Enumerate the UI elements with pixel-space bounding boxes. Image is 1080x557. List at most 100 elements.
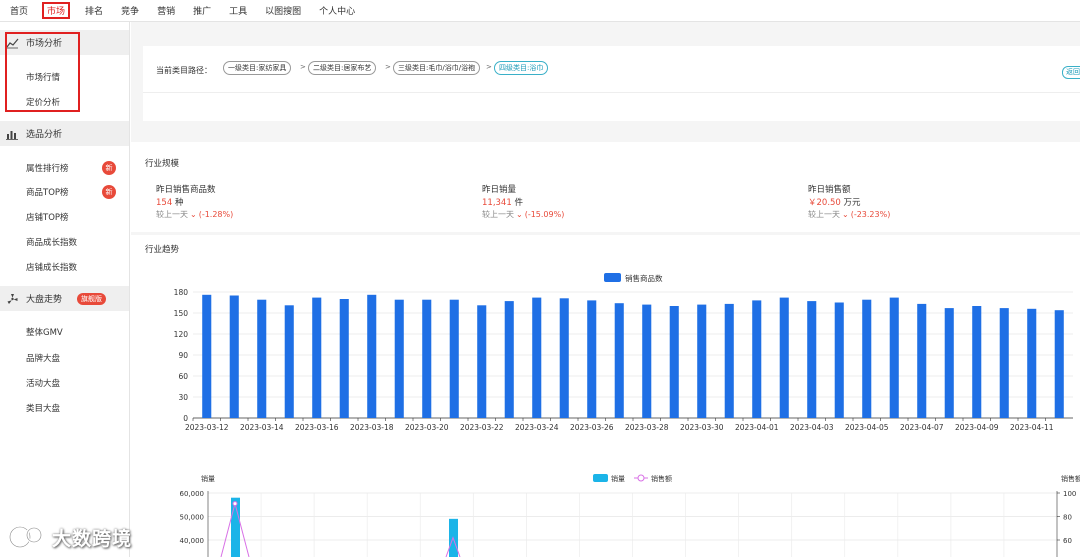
y-tick-label: 90 xyxy=(178,351,188,360)
legend-swatch xyxy=(593,474,608,482)
industry-trend-title: 行业趋势 xyxy=(145,245,180,255)
y-tick-label-right: 80 xyxy=(1063,514,1072,522)
sidebar-item-product-top[interactable]: 商品TOP榜 xyxy=(26,186,69,198)
breadcrumb-level-2[interactable]: 二级类目:居家布艺 xyxy=(308,61,377,75)
legend-swatch xyxy=(604,273,621,282)
breadcrumb-separator: > xyxy=(300,63,306,71)
metric-name: 昨日销量 xyxy=(482,185,517,195)
sidebar-item-brand-overview[interactable]: 品牌大盘 xyxy=(26,352,60,364)
y-tick-label: 120 xyxy=(174,330,189,339)
bar xyxy=(779,297,789,418)
nav-marketing[interactable]: 营销 xyxy=(157,4,175,17)
y-axis-title-left: 销量 xyxy=(201,474,215,483)
metric-name: 昨日销售商品数 xyxy=(156,185,216,195)
breadcrumb-separator: > xyxy=(486,63,492,71)
metric-compare: 较上一天 ⌄ (-15.09%) xyxy=(482,210,565,219)
product-count-bar-chart: 销售商品数 0 30 60 90 120 150 180 2023-03-12 2023-03-1… xyxy=(174,273,1073,432)
y-tick-label-left: 60,000 xyxy=(180,490,205,498)
nav-ranking[interactable]: 排名 xyxy=(85,4,103,17)
legend-label: 销售商品数 xyxy=(625,273,663,283)
brand-logo-icon xyxy=(8,525,43,549)
x-tick-label: 2023-03-28 xyxy=(625,423,669,432)
breadcrumb-level-4[interactable]: 四级类目:浴巾 xyxy=(494,61,549,75)
x-tick-label: 2023-04-03 xyxy=(790,423,834,432)
nav-user-center[interactable]: 个人中心 xyxy=(319,4,355,17)
sidebar-section-market-overview[interactable]: 大盘走势 旗舰版 xyxy=(0,286,129,311)
legend-label: 销量 xyxy=(611,474,625,483)
y-tick-label-left: 50,000 xyxy=(180,514,205,522)
bar xyxy=(284,305,294,418)
x-tick-label: 2023-03-26 xyxy=(570,423,614,432)
bar xyxy=(257,299,267,418)
x-tick-label: 2023-03-14 xyxy=(240,423,284,432)
x-tick-label: 2023-04-07 xyxy=(900,423,944,432)
bar xyxy=(697,304,707,418)
sidebar-item-store-growth[interactable]: 店铺成长指数 xyxy=(26,261,77,273)
nav-market[interactable]: 市场 xyxy=(42,2,71,19)
bar xyxy=(917,303,927,418)
bar xyxy=(367,294,377,418)
sidebar-item-activity-overview[interactable]: 活动大盘 xyxy=(26,377,60,389)
bar xyxy=(972,306,982,418)
bar xyxy=(422,299,432,418)
y-tick-label-right: 100 xyxy=(1063,490,1076,498)
metric-name: 昨日销售额 xyxy=(808,185,851,195)
bar xyxy=(999,308,1009,418)
x-tick-label: 2023-04-11 xyxy=(1010,423,1054,432)
x-tick-label: 2023-04-09 xyxy=(955,423,999,432)
x-tick-label: 2023-03-30 xyxy=(680,423,724,432)
breadcrumb-level-1[interactable]: 一级类目:家纺家具 xyxy=(223,61,292,75)
bar xyxy=(889,297,899,418)
nav-home[interactable]: 首页 xyxy=(10,4,28,17)
metric-compare: 较上一天 ⌄ (-23.23%) xyxy=(808,210,891,219)
sales-amount-point xyxy=(232,501,238,507)
x-tick-label: 2023-03-12 xyxy=(185,423,229,432)
bar xyxy=(587,300,597,418)
sales-volume-combo-chart: 销量 销售额 销量 销售额 60,000 50,000 40,000 100 80 60 xyxy=(131,463,1080,557)
nav-competition[interactable]: 竞争 xyxy=(121,4,139,17)
bar xyxy=(394,299,404,418)
breadcrumb-panel xyxy=(143,46,1080,121)
bar xyxy=(669,306,679,418)
sidebar-section-label: 选品分析 xyxy=(26,130,63,140)
bar xyxy=(312,297,322,418)
y-tick-label: 60 xyxy=(178,372,188,381)
back-button[interactable]: 返回 xyxy=(1062,66,1080,79)
bar xyxy=(834,302,844,418)
sidebar-item-product-growth[interactable]: 商品成长指数 xyxy=(26,236,77,248)
bar xyxy=(559,298,569,418)
sidebar-item-attribute-ranking[interactable]: 属性排行榜 xyxy=(26,162,69,174)
y-tick-label-left: 40,000 xyxy=(180,537,205,545)
y-tick-label: 0 xyxy=(183,414,188,423)
sidebar-item-category-overview[interactable]: 类目大盘 xyxy=(26,402,60,414)
x-tick-label: 2023-03-18 xyxy=(350,423,394,432)
bar xyxy=(862,299,872,418)
nav-promotion[interactable]: 推广 xyxy=(193,4,211,17)
breadcrumb-separator: > xyxy=(385,63,391,71)
y-tick-label: 180 xyxy=(174,288,189,297)
breadcrumb-level-3[interactable]: 三级类目:毛巾/浴巾/浴袍 xyxy=(393,61,481,75)
bar xyxy=(944,308,954,418)
x-tick-label: 2023-04-01 xyxy=(735,423,779,432)
sidebar-section-label: 大盘走势 xyxy=(26,295,63,305)
metric-value: ￥20.50 万元 xyxy=(808,198,861,208)
bar xyxy=(642,304,652,418)
nav-image-search[interactable]: 以图搜图 xyxy=(265,4,301,17)
bar xyxy=(752,300,762,418)
sidebar-item-store-top[interactable]: 店铺TOP榜 xyxy=(26,211,69,223)
pinwheel-icon xyxy=(7,293,18,304)
metric-value: 154 种 xyxy=(156,198,184,208)
bar xyxy=(504,301,514,418)
x-tick-label: 2023-04-05 xyxy=(845,423,889,432)
sidebar-section-product-selection[interactable]: 选品分析 xyxy=(0,121,129,146)
y-tick-label-right: 60 xyxy=(1063,537,1072,545)
bar xyxy=(1027,308,1037,418)
highlight-box xyxy=(5,32,80,112)
y-axis-title-right: 销售额 xyxy=(1061,474,1080,483)
bar xyxy=(807,301,817,418)
chevron-down-icon: ⌄ xyxy=(842,210,849,219)
bar xyxy=(229,295,239,418)
nav-tools[interactable]: 工具 xyxy=(229,4,247,17)
x-tick-label: 2023-03-20 xyxy=(405,423,449,432)
sidebar-item-overall-gmv[interactable]: 整体GMV xyxy=(26,326,63,338)
